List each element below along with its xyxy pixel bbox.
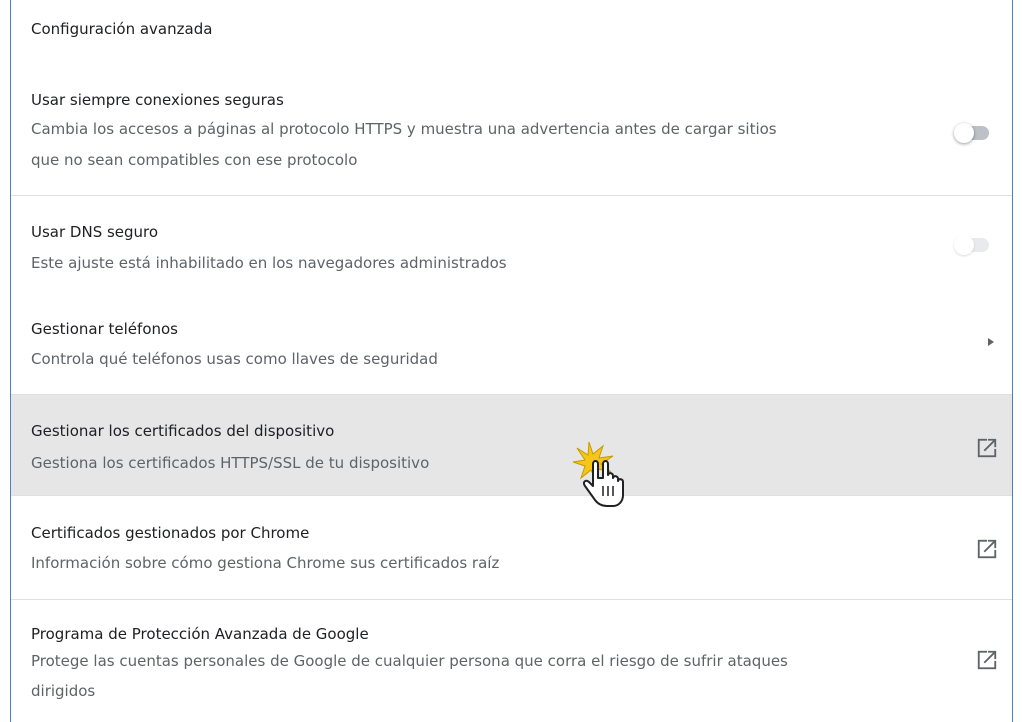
setting-title: Usar DNS seguro (31, 223, 159, 241)
arrow-right-icon (988, 338, 994, 346)
settings-panel: Configuración avanzada Usar siempre cone… (10, 0, 1013, 722)
setting-row-advanced-protection[interactable]: Programa de Protección Avanzada de Googl… (11, 599, 1012, 722)
setting-title: Gestionar teléfonos (31, 320, 178, 338)
https-toggle[interactable] (954, 122, 990, 143)
toggle-knob (954, 235, 974, 255)
secure-dns-toggle (954, 234, 990, 255)
setting-row-chrome-root-certificates[interactable]: Certificados gestionados por Chrome Info… (11, 495, 1012, 599)
setting-row-secure-dns: Usar DNS seguro Este ajuste está inhabil… (11, 195, 1012, 290)
setting-description: Información sobre cómo gestiona Chrome s… (31, 554, 500, 572)
setting-description-line2: dirigidos (31, 682, 96, 700)
setting-description: Cambia los accesos a páginas al protocol… (31, 120, 777, 138)
setting-title: Programa de Protección Avanzada de Googl… (31, 625, 369, 643)
open-in-new-icon[interactable] (976, 437, 998, 459)
hand-cursor-icon (572, 441, 624, 507)
setting-title: Gestionar los certificados del dispositi… (31, 422, 335, 440)
open-in-new-icon[interactable] (976, 649, 998, 671)
setting-title: Certificados gestionados por Chrome (31, 524, 310, 542)
setting-title: Usar siempre conexiones seguras (31, 91, 284, 109)
setting-description: Controla qué teléfonos usas como llaves … (31, 350, 438, 368)
setting-row-manage-phones[interactable]: Gestionar teléfonos Controla qué teléfon… (11, 290, 1012, 394)
section-title: Configuración avanzada (31, 20, 213, 38)
open-in-new-icon[interactable] (976, 538, 998, 560)
setting-description: Este ajuste está inhabilitado en los nav… (31, 254, 507, 272)
setting-description: Protege las cuentas personales de Google… (31, 652, 788, 670)
setting-description: Gestiona los certificados HTTPS/SSL de t… (31, 454, 430, 472)
setting-row-https-always[interactable]: Usar siempre conexiones seguras Cambia l… (11, 80, 1012, 195)
toggle-knob (954, 123, 974, 143)
setting-row-manage-certificates[interactable]: Gestionar los certificados del dispositi… (11, 394, 1012, 495)
setting-description-line2: que no sean compatibles con ese protocol… (31, 151, 358, 169)
